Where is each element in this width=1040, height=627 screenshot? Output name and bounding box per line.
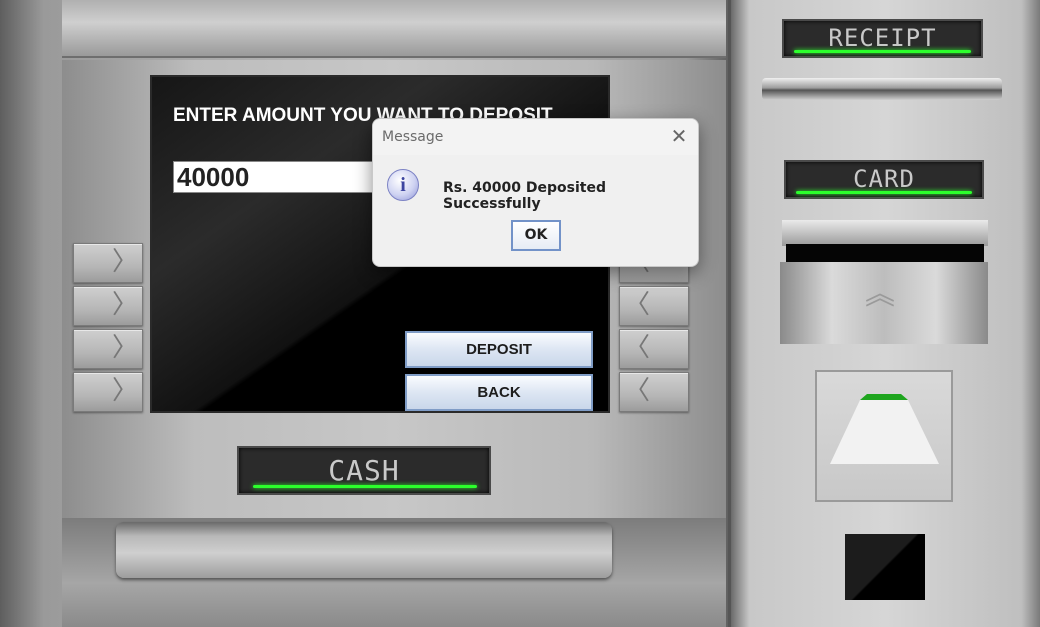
message-dialog: Message ✕ i Rs. 40000 Deposited Successf…	[372, 118, 699, 267]
side-key-left-4[interactable]: 〉	[73, 372, 143, 412]
keypad-cover	[815, 370, 953, 502]
card-slot[interactable]	[786, 244, 984, 264]
chevron-right-icon: 〉	[111, 333, 138, 363]
side-key-right-4[interactable]: 〈	[619, 372, 689, 412]
keypad-trapezoid	[830, 394, 939, 464]
atm-top-bezel	[62, 0, 726, 58]
side-key-right-2[interactable]: 〈	[619, 286, 689, 326]
chevron-left-icon: 〈	[624, 290, 651, 320]
ok-button[interactable]: OK	[511, 220, 561, 251]
chevron-right-icon: 〉	[111, 247, 138, 277]
receipt-slot	[762, 78, 1002, 100]
side-key-left-2[interactable]: 〉	[73, 286, 143, 326]
chevron-left-icon: 〈	[624, 333, 651, 363]
back-button[interactable]: BACK	[405, 374, 593, 411]
cash-tray	[116, 522, 612, 578]
card-slot-hood	[782, 220, 988, 246]
chevron-left-icon: 〈	[624, 376, 651, 406]
cash-slot-label: CASH	[237, 446, 491, 495]
receipt-slot-label: RECEIPT	[782, 19, 983, 58]
cash-label: CASH	[328, 454, 400, 487]
info-icon: i	[387, 169, 419, 201]
side-key-left-1[interactable]: 〉	[73, 243, 143, 283]
card-slot-label: CARD	[784, 160, 984, 199]
chevron-right-icon: 〉	[111, 376, 138, 406]
side-key-left-3[interactable]: 〉	[73, 329, 143, 369]
dialog-message: Rs. 40000 Deposited Successfully	[443, 180, 606, 212]
card-label: CARD	[853, 165, 915, 193]
receipt-led	[794, 50, 971, 53]
dialog-title: Message	[382, 129, 444, 145]
receipt-label: RECEIPT	[828, 24, 937, 52]
chevron-right-icon: 〉	[111, 290, 138, 320]
deposit-button[interactable]: DEPOSIT	[405, 331, 593, 368]
card-arrow-icon: ︽	[865, 277, 895, 312]
camera-window	[845, 534, 925, 600]
cash-led	[253, 485, 477, 488]
side-key-right-3[interactable]: 〈	[619, 329, 689, 369]
close-icon[interactable]: ✕	[665, 125, 693, 149]
card-led	[796, 191, 972, 194]
